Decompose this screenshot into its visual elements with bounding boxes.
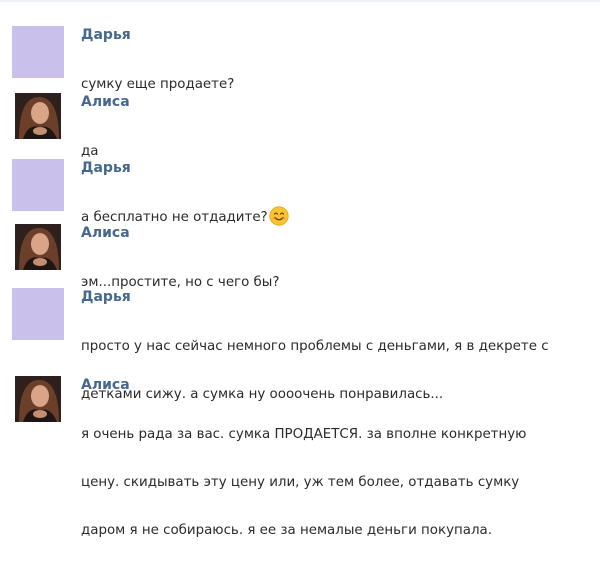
message-text: да — [81, 116, 581, 164]
author-name[interactable]: Дарья — [81, 160, 131, 176]
avatar-photo-icon — [15, 224, 61, 270]
author-name[interactable]: Дарья — [81, 289, 131, 305]
message-line: просто у нас сейчас немного проблемы с д… — [81, 339, 549, 354]
top-divider — [0, 0, 600, 2]
message-line: даром я не собираюсь. я ее за немалые де… — [81, 523, 492, 538]
smiley-emoji-icon — [269, 206, 289, 226]
message-line: да — [81, 144, 99, 159]
message-line: сумку еще продаете? — [81, 77, 235, 92]
message-line: эм...простите, но с чего бы? — [81, 275, 280, 290]
message-line: цену. скидывать эту цену или, уж тем бол… — [81, 475, 520, 490]
avatar[interactable] — [12, 288, 64, 340]
author-name[interactable]: Алиса — [81, 94, 130, 110]
message-line: а бесплатно не отдадите? — [81, 210, 268, 225]
message-text: сумку еще продаете? — [81, 49, 581, 97]
avatar[interactable] — [12, 26, 64, 78]
avatar-photo-icon — [15, 93, 61, 139]
message-line: я очень рада за вас. сумка ПРОДАЕТСЯ. за… — [81, 427, 527, 442]
author-name[interactable]: Алиса — [81, 377, 130, 393]
avatar[interactable] — [15, 93, 61, 139]
message-text: я очень рада за вас. сумка ПРОДАЕТСЯ. за… — [81, 399, 581, 567]
message-text: эм...простите, но с чего бы? — [81, 247, 581, 295]
author-name[interactable]: Алиса — [81, 225, 130, 241]
avatar[interactable] — [15, 376, 61, 422]
avatar[interactable] — [15, 224, 61, 270]
avatar-photo-icon — [15, 376, 61, 422]
message-text: а бесплатно не отдадите? — [81, 182, 581, 230]
author-name[interactable]: Дарья — [81, 27, 131, 43]
avatar[interactable] — [12, 159, 64, 211]
